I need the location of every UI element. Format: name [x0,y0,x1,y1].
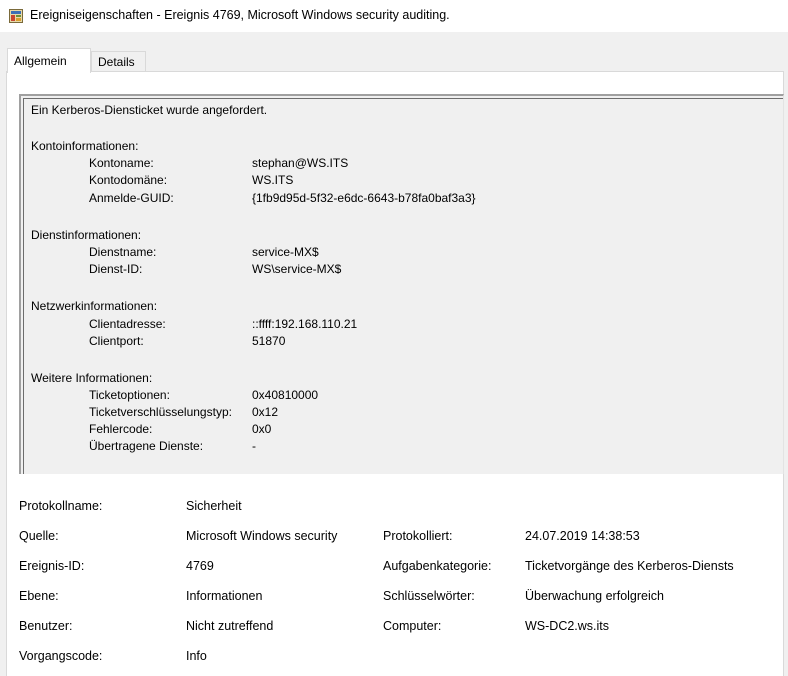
value-aufgabenkategorie[interactable]: Ticketvorgänge des Kerberos-Diensts [525,559,734,573]
field-key-ticketverschluesselungstyp: Ticketverschlüsselungstyp: [89,405,232,419]
label-vorgangscode: Vorgangscode: [19,649,103,663]
field-value-uebertragene-dienste: - [252,439,256,453]
value-benutzer[interactable]: Nicht zutreffend [186,619,273,633]
field-key-kontodomaene: Kontodomäne: [89,173,168,187]
section-heading-netzwerk: Netzwerkinformationen: [31,299,158,313]
label-computer: Computer: [383,619,442,633]
field-key-anmelde-guid: Anmelde-GUID: [89,191,174,205]
value-protokollname[interactable]: Sicherheit [186,499,242,513]
field-value-dienstname: service-MX$ [252,245,319,259]
tab-details[interactable]: Details [91,51,146,72]
field-value-ticketoptionen: 0x40810000 [252,388,319,402]
value-schluesselwoerter[interactable]: Überwachung erfolgreich [525,589,664,603]
label-protokollname: Protokollname: [19,499,103,513]
value-computer[interactable]: WS-DC2.ws.its [525,619,609,633]
label-benutzer: Benutzer: [19,619,73,633]
window-title: Ereigniseigenschaften - Ereignis 4769, M… [30,8,450,22]
field-value-kontoname: stephan@WS.ITS [252,156,349,170]
value-protokolliert[interactable]: 24.07.2019 14:38:53 [525,529,640,543]
field-key-fehlercode: Fehlercode: [89,422,153,436]
event-description-content: Ein Kerberos-Diensticket wurde angeforde… [23,98,783,474]
label-quelle: Quelle: [19,529,59,543]
label-schluesselwoerter: Schlüsselwörter: [383,589,475,603]
description-intro: Ein Kerberos-Diensticket wurde angeforde… [31,103,268,117]
label-protokolliert: Protokolliert: [383,529,453,543]
section-heading-dienst: Dienstinformationen: [31,228,142,242]
value-ereignis-id[interactable]: 4769 [186,559,214,573]
field-key-clientport: Clientport: [89,334,144,348]
section-heading-konto: Kontoinformationen: [31,139,139,153]
field-value-fehlercode: 0x0 [252,422,272,436]
field-key-uebertragene-dienste: Übertragene Dienste: [89,439,204,453]
field-value-anmelde-guid: {1fb9d95d-5f32-e6dc-6643-b78fa0baf3a3} [252,191,476,205]
event-description-box[interactable]: Ein Kerberos-Diensticket wurde angeforde… [19,94,784,474]
event-viewer-icon [9,9,23,23]
field-key-ticketoptionen: Ticketoptionen: [89,388,170,402]
field-value-dienst-id: WS\service-MX$ [252,262,342,276]
field-key-clientadresse: Clientadresse: [89,317,166,331]
value-ebene[interactable]: Informationen [186,589,262,603]
tab-panel-allgemein: Ein Kerberos-Diensticket wurde angeforde… [6,71,784,676]
label-aufgabenkategorie: Aufgabenkategorie: [383,559,492,573]
field-value-clientadresse: ::ffff:192.168.110.21 [252,317,358,331]
tab-allgemein[interactable]: Allgemein [7,48,91,73]
label-ebene: Ebene: [19,589,59,603]
field-key-dienst-id: Dienst-ID: [89,262,143,276]
field-key-kontoname: Kontoname: [89,156,154,170]
field-key-dienstname: Dienstname: [89,245,157,259]
label-ereignis-id: Ereignis-ID: [19,559,85,573]
window-body: Allgemein Details Ein Kerberos-Dienstick… [0,32,788,676]
field-value-ticketverschluesselungstyp: 0x12 [252,405,279,419]
field-value-kontodomaene: WS.ITS [252,173,294,187]
value-vorgangscode[interactable]: Info [186,649,207,663]
section-heading-weitere: Weitere Informationen: [31,371,153,385]
title-bar: Ereigniseigenschaften - Ereignis 4769, M… [0,0,788,32]
field-value-clientport: 51870 [252,334,286,348]
value-quelle[interactable]: Microsoft Windows security [186,529,337,543]
